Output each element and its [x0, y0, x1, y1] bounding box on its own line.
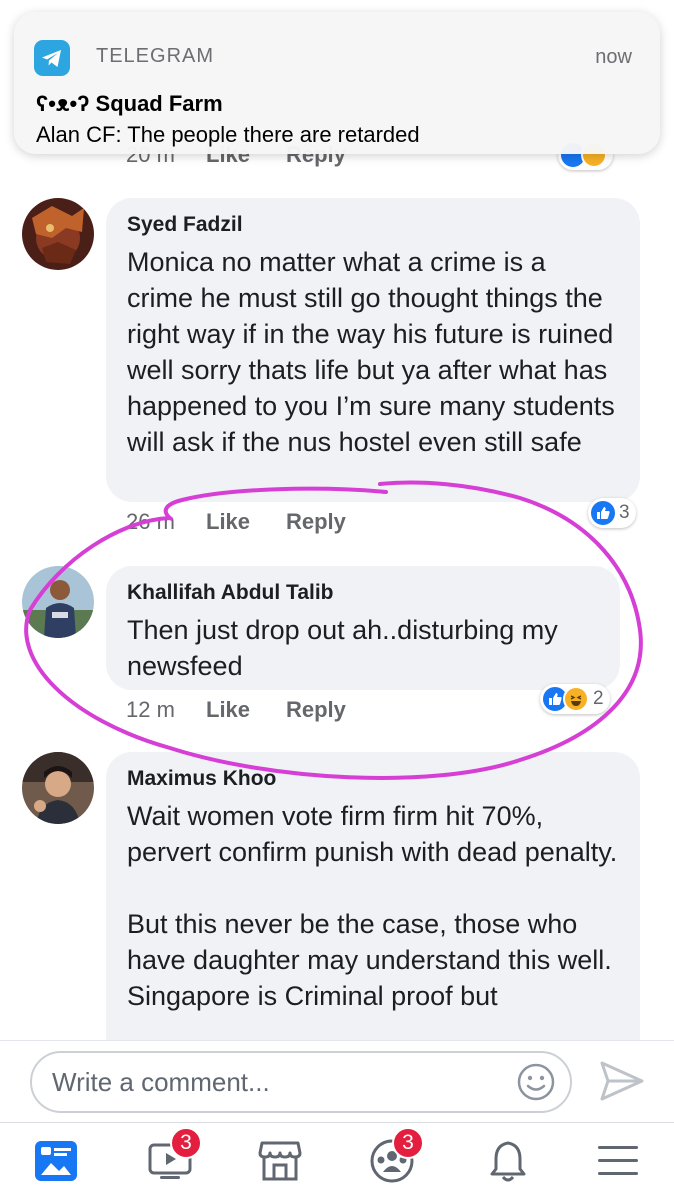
- telegram-icon: [34, 40, 70, 76]
- comment-text: Monica no matter what a crime is a crime…: [127, 247, 623, 457]
- comments-feed[interactable]: 20 m Like Reply Syed Fadzil Monica no ma…: [0, 0, 674, 1040]
- reply-link[interactable]: Reply: [286, 697, 346, 723]
- marketplace-icon: [258, 1141, 302, 1181]
- comment-actions: 12 m Like Reply: [126, 697, 346, 723]
- comment-actions: 26 m Like Reply: [126, 509, 346, 535]
- like-reaction-icon: [591, 501, 615, 525]
- reaction-count: 3: [619, 502, 630, 523]
- comment-input[interactable]: Write a comment...: [30, 1051, 572, 1113]
- bottom-tab-bar: 3 3: [0, 1122, 674, 1201]
- comment-time: 26 m: [126, 509, 175, 534]
- avatar[interactable]: [22, 198, 94, 270]
- comment-time: 12 m: [126, 697, 175, 722]
- tab-news-feed[interactable]: [28, 1133, 84, 1189]
- notification-title: ʕ•ᴥ•ʔ Squad Farm: [36, 91, 223, 116]
- emoji-icon[interactable]: [516, 1062, 556, 1102]
- haha-reaction-icon: [563, 686, 589, 712]
- news-feed-icon: [35, 1141, 77, 1181]
- comment-author[interactable]: Khallifah Abdul Talib: [127, 580, 598, 606]
- like-link[interactable]: Like: [206, 509, 286, 535]
- telegram-notification[interactable]: TELEGRAM now ʕ•ᴥ•ʔ Squad Farm Alan CF: T…: [14, 12, 660, 154]
- tab-notifications[interactable]: [480, 1133, 536, 1189]
- comment-author[interactable]: Syed Fadzil: [127, 212, 618, 238]
- avatar[interactable]: [22, 566, 94, 638]
- groups-badge: 3: [392, 1127, 424, 1159]
- notification-app-name: TELEGRAM: [96, 45, 215, 67]
- tab-watch[interactable]: 3: [142, 1127, 202, 1189]
- reaction-summary[interactable]: 3: [588, 498, 636, 528]
- reaction-summary[interactable]: 2: [540, 684, 610, 714]
- reply-link[interactable]: Reply: [286, 509, 346, 535]
- like-link[interactable]: Like: [206, 697, 286, 723]
- comment-input-placeholder: Write a comment...: [52, 1067, 270, 1097]
- watch-badge: 3: [170, 1127, 202, 1159]
- notification-time: now: [595, 46, 632, 68]
- comment-text: Then just drop out ah..disturbing my new…: [127, 615, 566, 681]
- comment-bubble: Syed Fadzil Monica no matter what a crim…: [106, 198, 640, 502]
- tab-marketplace[interactable]: [252, 1133, 308, 1189]
- comment-author[interactable]: Maximus Khoo: [127, 766, 618, 792]
- hamburger-menu-icon: [598, 1146, 638, 1175]
- tab-groups[interactable]: 3: [364, 1127, 424, 1189]
- notification-body: Alan CF: The people there are retarded: [36, 122, 420, 147]
- bell-icon: [490, 1141, 526, 1182]
- avatar[interactable]: [22, 752, 94, 824]
- tab-menu[interactable]: [590, 1133, 646, 1189]
- comment-bubble: Khallifah Abdul Talib Then just drop out…: [106, 566, 620, 690]
- comment-text: Wait women vote firm firm hit 70%, perve…: [127, 801, 618, 1011]
- reaction-count: 2: [593, 688, 604, 709]
- comment-composer: Write a comment...: [0, 1040, 674, 1123]
- comment-bubble: Maximus Khoo Wait women vote firm firm h…: [106, 752, 640, 1040]
- send-icon[interactable]: [598, 1059, 646, 1103]
